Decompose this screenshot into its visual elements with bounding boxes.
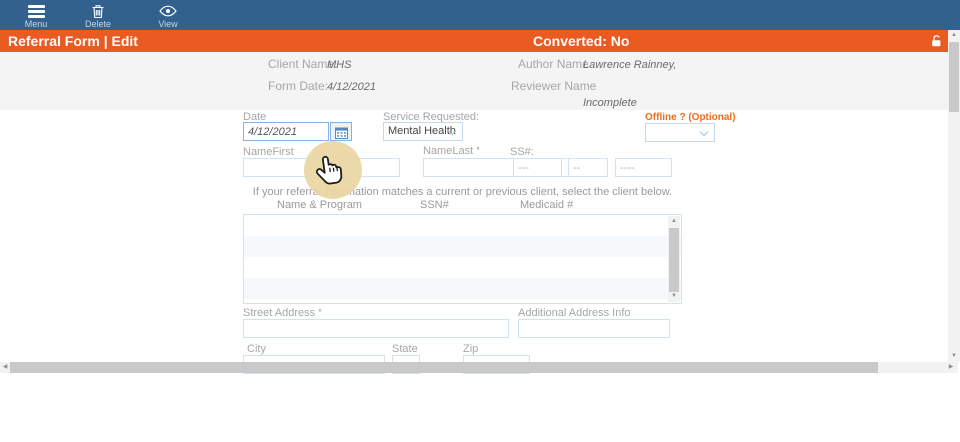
author-name-label: Author Name xyxy=(518,57,589,71)
chevron-down-icon xyxy=(700,128,708,136)
eye-icon xyxy=(140,4,196,19)
offline-select[interactable] xyxy=(645,123,715,142)
listbox-scrollbar-thumb[interactable] xyxy=(669,228,679,292)
street-address-label: Street Address * xyxy=(243,307,322,319)
offline-optional-label: Offline ? (Optional) xyxy=(645,112,736,123)
scroll-up-icon[interactable]: ▲ xyxy=(948,30,960,41)
horizontal-scrollbar-thumb[interactable] xyxy=(10,362,878,373)
scroll-up-icon[interactable]: ▲ xyxy=(668,216,680,227)
ssn-part1-input[interactable] xyxy=(513,158,562,177)
delete-button-label: Delete xyxy=(70,20,126,29)
status-incomplete: Incomplete xyxy=(583,97,637,109)
column-header-name-program: Name & Program xyxy=(277,199,362,211)
additional-address-label: Additional Address Info xyxy=(518,307,631,319)
form-date-label: Form Date: xyxy=(268,79,328,93)
view-button[interactable]: View xyxy=(140,2,196,29)
ssn-part3-input[interactable] xyxy=(615,158,672,177)
scroll-left-icon[interactable]: ◀ xyxy=(0,362,10,373)
name-last-label: NameLast * xyxy=(423,145,480,157)
vertical-scrollbar[interactable]: ▲ ▼ xyxy=(948,30,960,362)
street-address-input[interactable] xyxy=(243,319,509,338)
menu-button[interactable]: Menu xyxy=(8,2,64,29)
form-date-value: 4/12/2021 xyxy=(327,81,376,93)
service-requested-select[interactable]: Mental Health xyxy=(383,122,463,141)
page-title: Referral Form | Edit xyxy=(8,30,138,52)
scroll-right-icon[interactable]: ▶ xyxy=(946,362,956,373)
scroll-down-icon[interactable]: ▼ xyxy=(948,351,960,362)
author-name-value: Lawrence Rainney, xyxy=(583,59,676,71)
trash-icon xyxy=(70,4,126,19)
scroll-down-icon[interactable]: ▼ xyxy=(668,291,680,302)
horizontal-scrollbar[interactable]: ◀ ▶ xyxy=(0,362,958,373)
top-toolbar: Menu Delete View xyxy=(0,0,960,30)
client-match-hint: If your referral information matches a c… xyxy=(243,186,682,198)
ssn-label: SS#: xyxy=(510,146,534,158)
menu-icon xyxy=(8,4,64,19)
form-titlebar: Referral Form | Edit Converted: No xyxy=(0,30,948,52)
zip-label: Zip xyxy=(463,343,478,355)
column-header-ssn: SSN# xyxy=(420,199,449,211)
ssn-part2-input[interactable] xyxy=(568,158,608,177)
menu-button-label: Menu xyxy=(8,20,64,29)
name-first-input[interactable] xyxy=(243,158,400,177)
app-window: Menu Delete View Referral Form | Edit Co… xyxy=(0,0,960,442)
client-match-listbox[interactable]: ▲ ▼ xyxy=(243,214,682,304)
required-asterisk: * xyxy=(318,307,322,317)
calendar-button[interactable] xyxy=(330,122,352,141)
required-asterisk: * xyxy=(476,145,480,155)
unlock-icon[interactable] xyxy=(930,34,945,49)
column-header-medicaid: Medicaid # xyxy=(520,199,573,211)
date-input[interactable] xyxy=(243,122,329,141)
reviewer-name-label: Reviewer Name xyxy=(511,79,596,93)
service-requested-value: Mental Health xyxy=(388,125,456,137)
vertical-scrollbar-thumb[interactable] xyxy=(949,42,959,112)
client-name-value: MHS xyxy=(327,59,351,71)
converted-status: Converted: No xyxy=(533,30,629,52)
form-header: Client Name: MHS Form Date: 4/12/2021 Au… xyxy=(0,52,948,110)
calendar-icon xyxy=(335,127,348,139)
view-button-label: View xyxy=(140,20,196,29)
state-label: State xyxy=(392,343,418,355)
listbox-scrollbar[interactable]: ▲ ▼ xyxy=(668,216,680,302)
additional-address-input[interactable] xyxy=(518,319,670,338)
delete-button[interactable]: Delete xyxy=(70,2,126,29)
city-label: City xyxy=(247,343,266,355)
name-first-label: NameFirst xyxy=(243,146,294,158)
